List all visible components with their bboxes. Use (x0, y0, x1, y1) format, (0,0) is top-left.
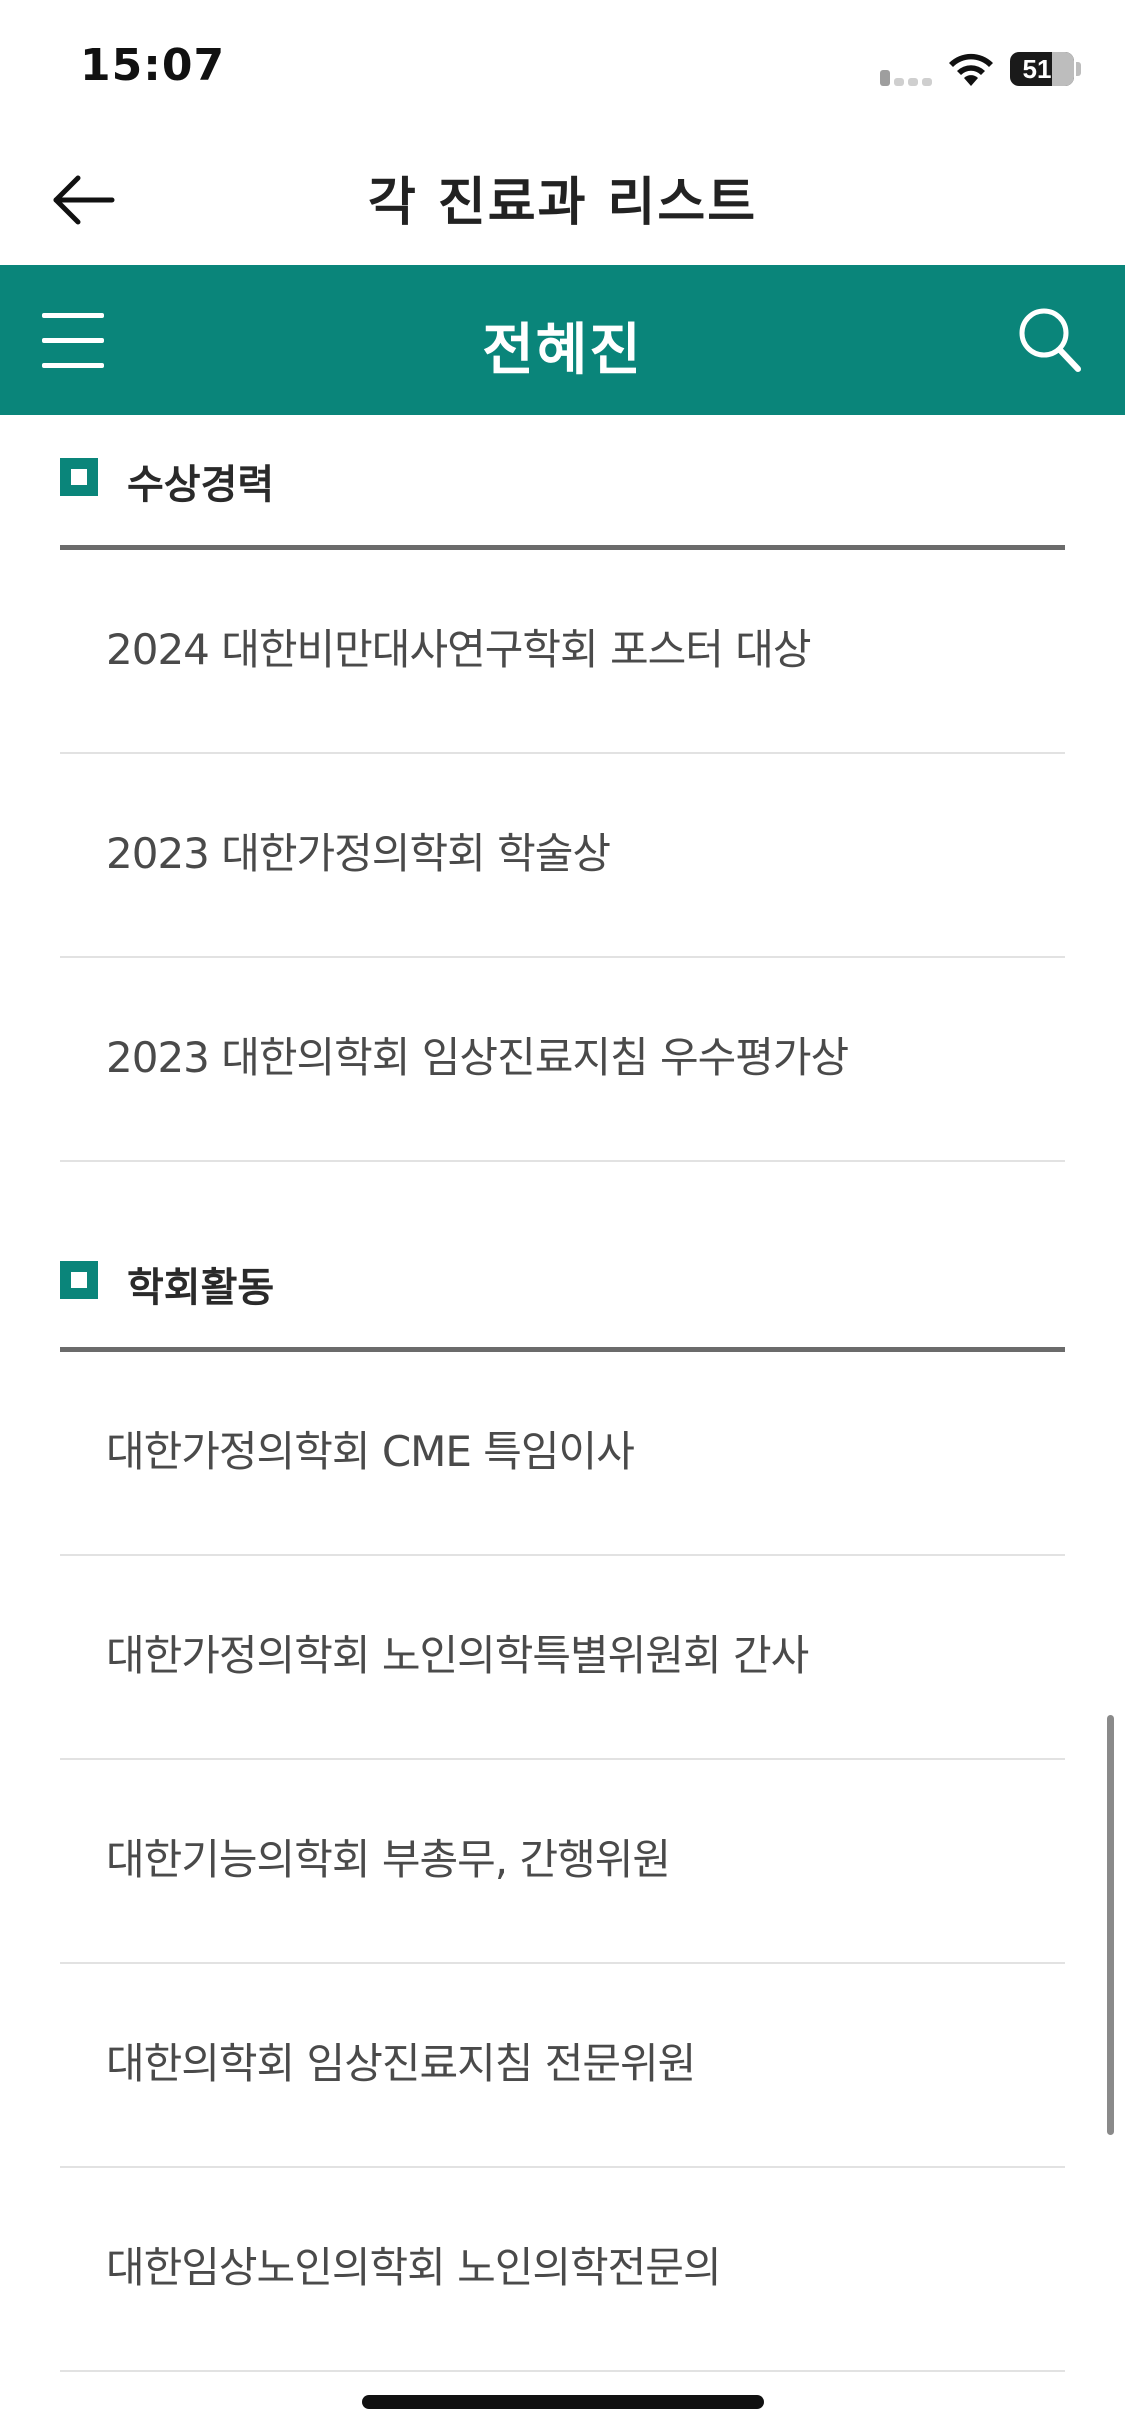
list-item: 2024 대한비만대사연구학회 포스터 대상 (60, 550, 1065, 754)
status-bar: 15:07 51 (0, 0, 1125, 130)
cellular-signal-icon (880, 70, 936, 86)
list-item: 대한가정의학회 CME 특임이사 (60, 1352, 1065, 1556)
home-indicator[interactable] (362, 2395, 764, 2409)
battery-tip (1076, 62, 1081, 76)
battery-level: 51 (1022, 54, 1052, 84)
section-marker-icon (60, 1261, 98, 1299)
search-icon (1019, 308, 1081, 372)
doctor-name: 전혜진 (482, 318, 643, 383)
list-item-text: 대한임상노인의학회 노인의학전문의 (106, 2243, 722, 2292)
list-item: 대한의학회 임상진료지침 전문위원 (60, 1964, 1065, 2168)
list-item: 2023 대한의학회 임상진료지침 우수평가상 (60, 958, 1065, 1162)
wifi-icon (949, 53, 993, 86)
list-item-text: 대한가정의학회 노인의학특별위원회 간사 (106, 1631, 809, 1680)
section-title: 학회활동 (127, 1265, 275, 1311)
list-item-text: 2023 대한가정의학회 학술상 (106, 829, 611, 878)
list-item-text: 대한기능의학회 부총무, 간행위원 (106, 1835, 671, 1884)
section-title: 수상경력 (127, 462, 275, 508)
list-item-text: 대한의학회 임상진료지침 전문위원 (106, 2039, 696, 2088)
status-time: 15:07 (80, 40, 226, 91)
scrollbar[interactable] (1107, 1715, 1114, 2135)
doctor-header-bar: 전혜진 (0, 265, 1125, 415)
list-item: 대한가정의학회 노인의학특별위원회 간사 (60, 1556, 1065, 1760)
page-title: 각 진료과 리스트 (367, 173, 758, 233)
list-item-text: 2023 대한의학회 임상진료지침 우수평가상 (106, 1033, 849, 1082)
list-item: 대한기능의학회 부총무, 간행위원 (60, 1760, 1065, 1964)
list-item-text: 2024 대한비만대사연구학회 포스터 대상 (106, 625, 812, 674)
battery-icon: 51 (1010, 52, 1074, 86)
nav-header: 각 진료과 리스트 (0, 130, 1125, 265)
list-item-text: 대한가정의학회 CME 특임이사 (106, 1427, 635, 1476)
list-item: 2023 대한가정의학회 학술상 (60, 754, 1065, 958)
section-marker-icon (60, 458, 98, 496)
search-button[interactable] (1016, 305, 1082, 375)
list-item: 대한임상노인의학회 노인의학전문의 (60, 2168, 1065, 2372)
